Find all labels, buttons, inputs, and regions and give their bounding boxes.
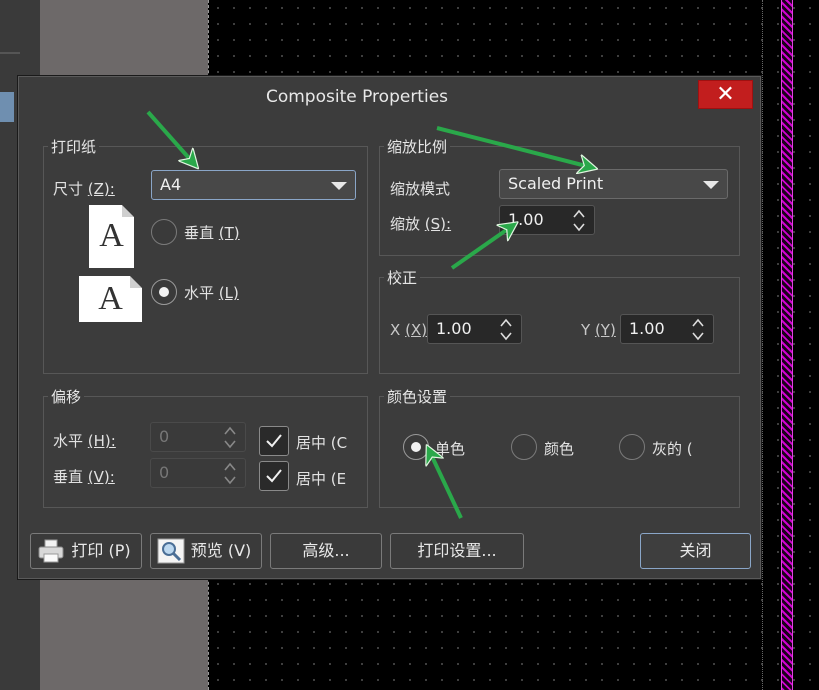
print-button-label: 打印 (P) xyxy=(71,541,131,560)
h-offset-label: 水平 (H): xyxy=(53,432,116,450)
scale-mode-value: Scaled Print xyxy=(508,174,604,193)
color-label[interactable]: 颜色 xyxy=(544,438,574,459)
chevron-up-icon[interactable] xyxy=(499,316,513,330)
y-correction-spinbox[interactable]: 1.00 xyxy=(620,314,714,344)
scale-spinbox[interactable]: 1.00 xyxy=(499,205,595,235)
color-radio[interactable] xyxy=(511,434,537,460)
h-offset-spinbox[interactable]: 0 xyxy=(150,422,246,452)
portrait-radio[interactable] xyxy=(151,219,177,245)
landscape-label[interactable]: 水平 (L) xyxy=(184,282,239,303)
x-correction-value: 1.00 xyxy=(436,319,472,338)
chevron-down-icon xyxy=(703,181,719,189)
checkmark-icon xyxy=(266,469,282,483)
chevron-down-icon[interactable] xyxy=(223,473,237,487)
v-offset-value: 0 xyxy=(159,463,170,482)
offset-group-label: 偏移 xyxy=(48,386,85,407)
scale-mode-select[interactable]: Scaled Print xyxy=(499,169,728,199)
chevron-down-icon xyxy=(331,182,347,190)
y-correction-value: 1.00 xyxy=(629,319,665,338)
dialog-titlebar[interactable]: Composite Properties ✕ xyxy=(19,77,760,119)
portrait-page-icon: A xyxy=(89,205,134,268)
h-offset-value: 0 xyxy=(159,427,170,446)
x-correction-label: X (X) xyxy=(390,321,428,339)
x-correction-spinbox[interactable]: 1.00 xyxy=(427,314,522,344)
center-v-checkbox[interactable] xyxy=(259,461,289,491)
paper-group-label: 打印纸 xyxy=(48,136,100,157)
printer-icon xyxy=(38,539,64,563)
landscape-page-icon: A xyxy=(79,276,142,322)
size-label: 尺寸 (Z): xyxy=(53,180,115,198)
gray-radio[interactable] xyxy=(619,434,645,460)
close-button[interactable]: 关闭 xyxy=(640,533,751,569)
paper-size-value: A4 xyxy=(160,175,182,194)
canvas-guide-line xyxy=(762,0,763,690)
gray-label[interactable]: 灰的 ( xyxy=(652,438,693,459)
scale-value: 1.00 xyxy=(508,210,544,229)
y-correction-label: Y (Y) xyxy=(581,321,616,339)
scale-mode-label: 缩放模式 xyxy=(390,180,451,198)
color-group-label: 颜色设置 xyxy=(384,386,451,407)
scale-group xyxy=(379,146,740,256)
magnifier-icon xyxy=(157,538,185,564)
paper-size-select[interactable]: A4 xyxy=(151,170,356,200)
scale-group-label: 缩放比例 xyxy=(384,136,451,157)
v-offset-label: 垂直 (V): xyxy=(53,468,115,486)
advanced-button[interactable]: 高级... xyxy=(270,533,382,569)
size-key: (Z): xyxy=(87,180,115,198)
mono-radio[interactable] xyxy=(403,434,429,460)
preview-button[interactable]: 预览 (V) xyxy=(150,533,262,569)
scale-label: 缩放 (S): xyxy=(390,215,452,233)
checkmark-icon xyxy=(266,434,282,448)
portrait-page-letter: A xyxy=(99,217,124,254)
chevron-up-icon[interactable] xyxy=(223,424,237,438)
dialog-title: Composite Properties xyxy=(265,87,449,107)
chevron-down-icon[interactable] xyxy=(499,329,513,343)
close-icon[interactable]: ✕ xyxy=(698,80,753,109)
preview-button-label: 预览 (V) xyxy=(190,541,252,560)
correction-group-label: 校正 xyxy=(384,267,421,288)
center-h-label[interactable]: 居中 (C xyxy=(296,432,349,453)
magenta-hatched-bar xyxy=(781,0,793,690)
chevron-down-icon[interactable] xyxy=(572,220,586,234)
v-offset-spinbox[interactable]: 0 xyxy=(150,458,246,488)
mono-label[interactable]: 单色 xyxy=(435,438,465,459)
landscape-page-letter: A xyxy=(98,280,123,317)
chevron-down-icon[interactable] xyxy=(223,437,237,451)
chevron-up-icon[interactable] xyxy=(572,207,586,221)
print-button[interactable]: 打印 (P) xyxy=(30,533,142,569)
panel-divider xyxy=(0,52,20,54)
chevron-up-icon[interactable] xyxy=(691,316,705,330)
print-setup-button[interactable]: 打印设置... xyxy=(390,533,524,569)
composite-properties-dialog: Composite Properties ✕ 打印纸 尺寸 (Z): A4 A … xyxy=(18,76,761,579)
chevron-down-icon[interactable] xyxy=(691,329,705,343)
landscape-radio[interactable] xyxy=(151,279,177,305)
center-v-label[interactable]: 居中 (E xyxy=(296,468,349,489)
chevron-up-icon[interactable] xyxy=(223,460,237,474)
portrait-label[interactable]: 垂直 (T) xyxy=(184,222,240,243)
panel-selection-marker xyxy=(0,92,14,122)
center-h-checkbox[interactable] xyxy=(259,426,289,456)
